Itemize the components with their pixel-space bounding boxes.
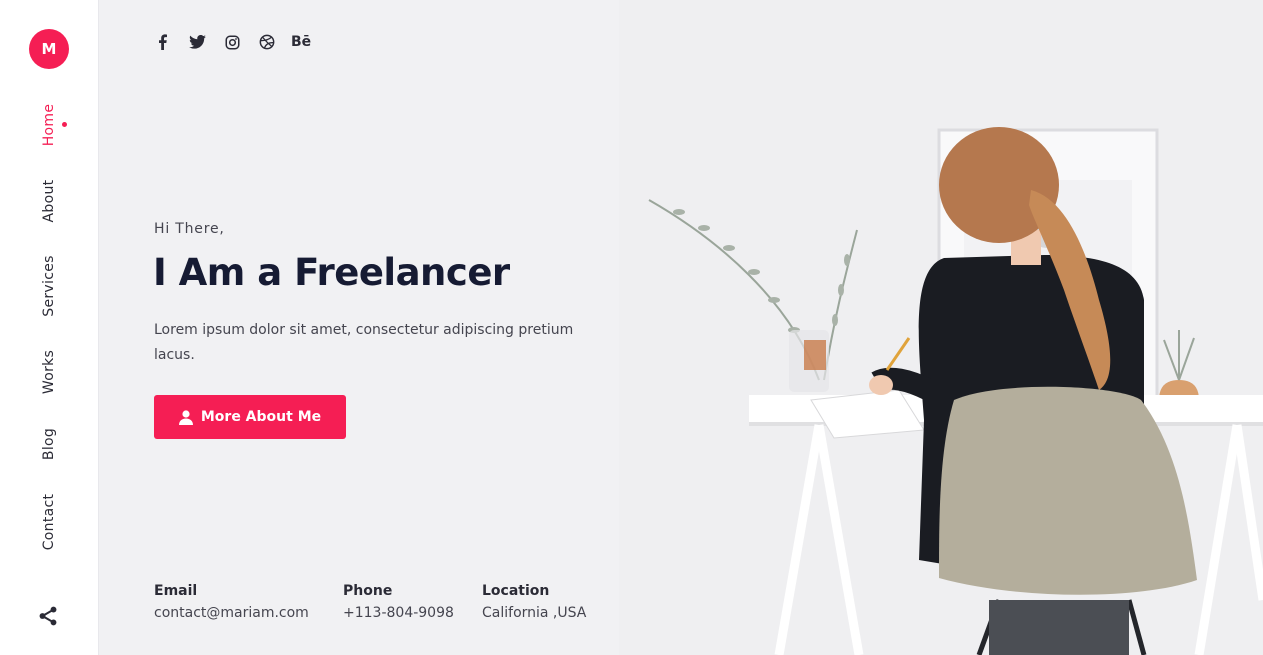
hero-description: Lorem ipsum dolor sit amet, consectetur …	[154, 322, 574, 363]
facebook-icon[interactable]	[153, 33, 171, 51]
logo-letter: M	[41, 40, 57, 58]
hero-headline: I Am a Freelancer	[153, 251, 510, 294]
contact-phone: Phone +113-804-9098	[343, 583, 454, 621]
phone-label: Phone	[343, 583, 393, 599]
nav-item-services[interactable]: Services	[41, 255, 57, 316]
nav-item-contact[interactable]: Contact	[41, 494, 57, 551]
share-icon[interactable]	[37, 605, 59, 627]
behance-icon[interactable]: Bē	[291, 34, 311, 50]
twitter-icon[interactable]	[188, 33, 206, 51]
phone-value[interactable]: +113-804-9098	[343, 605, 454, 621]
email-value[interactable]: contact@mariam.com	[154, 605, 309, 621]
location-label: Location	[482, 583, 550, 599]
user-icon	[178, 409, 193, 425]
active-indicator	[62, 122, 67, 127]
sidebar: M Home About Services Works Blog Contact	[0, 0, 99, 655]
hero-section: Bē Hi There, I Am a Freelancer Lorem ips…	[99, 0, 1263, 655]
hero-greeting: Hi There,	[154, 221, 225, 237]
contact-email: Email contact@mariam.com	[154, 583, 309, 621]
hero-image	[619, 0, 1263, 655]
nav-item-blog[interactable]: Blog	[41, 428, 57, 460]
more-about-me-button[interactable]: More About Me	[154, 395, 346, 439]
contact-location: Location California ,USA	[482, 583, 586, 621]
nav-item-works[interactable]: Works	[41, 350, 57, 394]
instagram-icon[interactable]	[223, 33, 241, 51]
nav-item-about[interactable]: About	[41, 180, 57, 223]
email-label: Email	[154, 583, 198, 599]
logo[interactable]: M	[29, 29, 69, 69]
location-value: California ,USA	[482, 605, 587, 621]
dribbble-icon[interactable]	[258, 33, 276, 51]
nav-item-home[interactable]: Home	[41, 104, 57, 147]
more-about-me-label: More About Me	[200, 409, 322, 425]
social-links: Bē	[153, 33, 311, 51]
